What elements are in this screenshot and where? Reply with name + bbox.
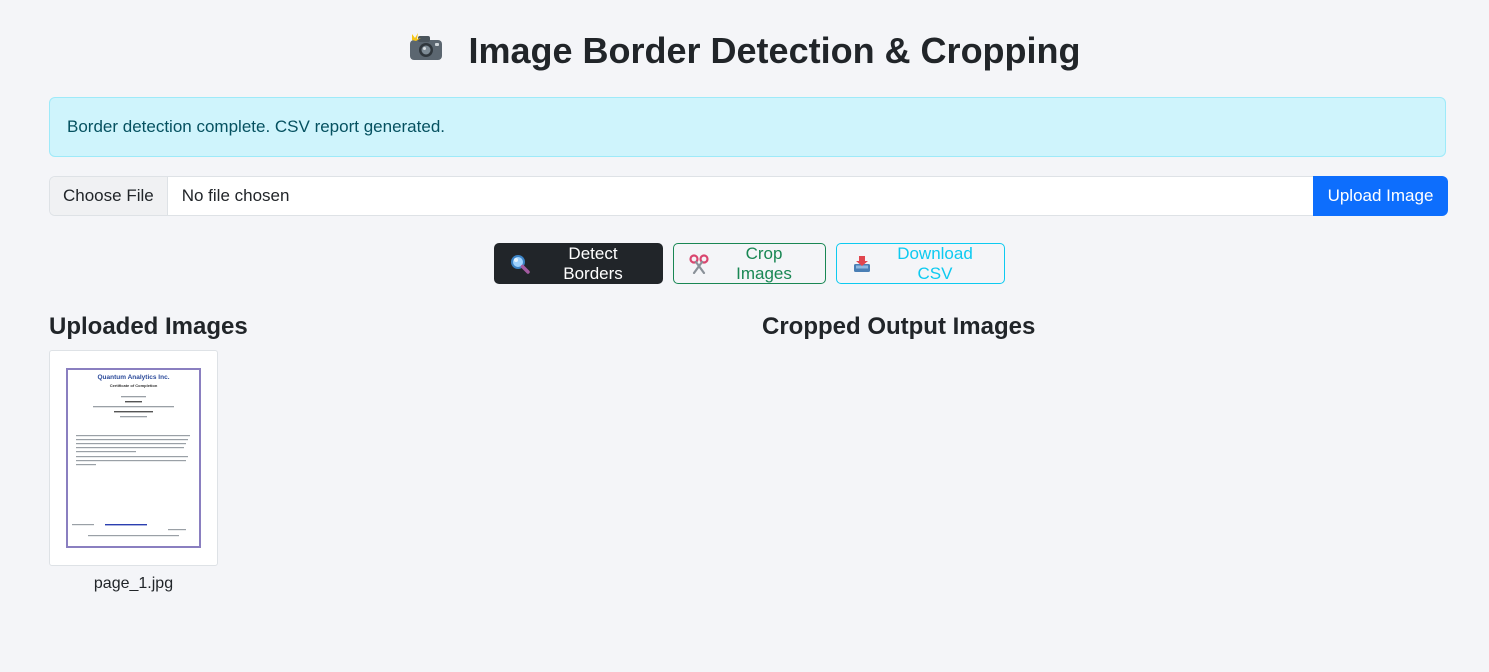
upload-image-button[interactable]: Upload Image bbox=[1313, 176, 1448, 216]
download-csv-button[interactable]: Download CSV bbox=[836, 243, 1005, 284]
status-alert: Border detection complete. CSV report ge… bbox=[49, 97, 1446, 157]
inbox-tray-icon bbox=[852, 254, 872, 274]
file-input[interactable]: Choose File No file chosen bbox=[49, 176, 1313, 216]
camera-flash-icon bbox=[408, 27, 444, 73]
upload-form: Choose File No file chosen Upload Image bbox=[49, 176, 1448, 216]
certificate-company: Quantum Analytics Inc. bbox=[98, 374, 170, 381]
page-header: Image Border Detection & Cropping bbox=[0, 28, 1489, 74]
alert-message: Border detection complete. CSV report ge… bbox=[67, 117, 445, 136]
scissors-icon bbox=[689, 253, 709, 274]
page: Image Border Detection & Cropping Border… bbox=[0, 0, 1489, 672]
crop-images-button[interactable]: Crop Images bbox=[673, 243, 826, 284]
page-title: Image Border Detection & Cropping bbox=[468, 30, 1081, 71]
file-status-text: No file chosen bbox=[181, 186, 290, 205]
detect-borders-label: Detect Borders bbox=[563, 243, 623, 283]
uploaded-image-thumbnail[interactable]: Quantum Analytics Inc. Certificate of Co… bbox=[49, 350, 218, 566]
certificate-preview: Quantum Analytics Inc. Certificate of Co… bbox=[66, 368, 201, 548]
magnifying-glass-icon bbox=[510, 254, 530, 274]
uploaded-images-title: Uploaded Images bbox=[49, 313, 248, 340]
download-csv-label: Download CSV bbox=[897, 243, 973, 283]
certificate-heading: Certificate of Completion bbox=[110, 383, 158, 388]
uploaded-image-filename: page_1.jpg bbox=[93, 575, 174, 592]
detect-borders-button[interactable]: Detect Borders bbox=[494, 243, 663, 284]
crop-images-label: Crop Images bbox=[736, 243, 792, 283]
cropped-images-title: Cropped Output Images bbox=[762, 313, 1036, 340]
choose-file-button[interactable]: Choose File bbox=[50, 177, 168, 215]
action-buttons: Detect Borders Crop Images Download CSV bbox=[494, 243, 1005, 284]
